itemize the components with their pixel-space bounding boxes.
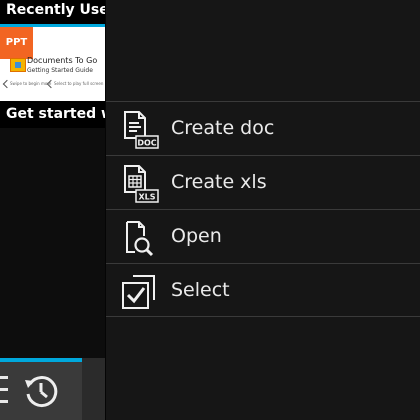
recent-file-thumbnail[interactable]: PPT Documents To Go Getting Started Guid… (0, 27, 105, 101)
docs-to-go-logo-icon (10, 58, 26, 72)
menu-item-create-xls[interactable]: XLS Create xls (106, 155, 420, 209)
panel-body (0, 128, 105, 358)
recently-used-panel: Recently Used PPT Documents To Go Gettin… (0, 0, 105, 420)
menu-item-create-doc[interactable]: DOC Create doc (106, 101, 420, 155)
menu-item-select[interactable]: Select (106, 263, 420, 317)
panel-title: Recently Used (6, 2, 105, 18)
ppt-badge: PPT (0, 27, 33, 59)
recent-file-caption-text: Get started w (6, 106, 105, 122)
menu-item-label: Open (171, 225, 222, 247)
select-checkbox-icon (121, 272, 159, 312)
menu-lines-icon[interactable] (0, 376, 8, 404)
menu-item-label: Create doc (171, 117, 275, 139)
thumbnail-subtitle: Getting Started Guide (27, 67, 93, 74)
menu-item-label: Select (171, 279, 230, 301)
thumbnail-note-right: Select to play full screen (54, 81, 104, 86)
screen: Recently Used PPT Documents To Go Gettin… (0, 0, 420, 420)
doc-file-icon: DOC (121, 110, 159, 150)
menu-item-label: Create xls (171, 171, 267, 193)
thumbnail-note-left: Swipe to begin more (10, 81, 52, 86)
panel-header: Recently Used (0, 0, 105, 27)
history-clock-icon[interactable] (22, 372, 60, 410)
recent-file-caption[interactable]: Get started w (0, 101, 105, 128)
open-file-icon (121, 218, 159, 258)
thumbnail-title: Documents To Go (27, 56, 98, 65)
doc-badge: DOC (137, 139, 156, 148)
xls-file-icon: XLS (121, 164, 159, 204)
context-menu: DOC Create doc XLS Create xls Open Selec… (105, 0, 420, 420)
xls-badge: XLS (138, 193, 155, 202)
menu-item-open[interactable]: Open (106, 209, 420, 263)
